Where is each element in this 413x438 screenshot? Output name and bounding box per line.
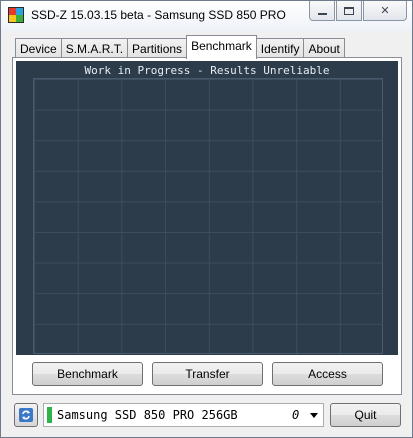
app-window: SSD-Z 15.03.15 beta - Samsung SSD 850 PR… — [0, 0, 413, 438]
refresh-button[interactable] — [14, 403, 38, 427]
access-button[interactable]: Access — [272, 362, 383, 386]
drive-selector[interactable]: Samsung SSD 850 PRO 256GB 0 — [43, 403, 324, 427]
title-bar: SSD-Z 15.03.15 beta - Samsung SSD 850 PR… — [1, 1, 412, 31]
tab-smart[interactable]: S.M.A.R.T. — [60, 38, 129, 59]
drive-health-indicator — [47, 407, 52, 423]
close-icon: ✕ — [380, 5, 390, 17]
tab-device[interactable]: Device — [15, 38, 62, 59]
caption-buttons: ✕ — [308, 1, 407, 21]
minimize-button[interactable] — [309, 1, 335, 21]
tab-identify[interactable]: Identify — [255, 38, 305, 59]
quit-button[interactable]: Quit — [330, 403, 401, 427]
app-icon — [8, 7, 24, 23]
minimize-icon — [317, 12, 327, 15]
graph-grid — [33, 78, 383, 354]
maximize-button[interactable] — [336, 1, 362, 21]
tab-strip: Device S.M.A.R.T. Partitions Benchmark I… — [15, 35, 345, 59]
close-button[interactable]: ✕ — [363, 1, 407, 21]
transfer-button[interactable]: Transfer — [152, 362, 263, 386]
benchmark-button[interactable]: Benchmark — [32, 362, 143, 386]
window-title: SSD-Z 15.03.15 beta - Samsung SSD 850 PR… — [31, 8, 286, 22]
refresh-icon — [19, 408, 33, 422]
graph-title: Work in Progress - Results Unreliable — [84, 64, 330, 77]
tab-partitions[interactable]: Partitions — [127, 38, 188, 59]
maximize-icon — [344, 6, 354, 15]
benchmark-panel: Work in Progress - Results Unreliable — [12, 57, 402, 395]
drive-index: 0 — [292, 408, 300, 422]
chevron-down-icon[interactable] — [310, 413, 318, 418]
tab-benchmark[interactable]: Benchmark — [186, 35, 257, 59]
drive-name: Samsung SSD 850 PRO 256GB — [57, 408, 238, 422]
benchmark-graph: Work in Progress - Results Unreliable — [16, 61, 398, 355]
tab-about[interactable]: About — [303, 38, 345, 59]
